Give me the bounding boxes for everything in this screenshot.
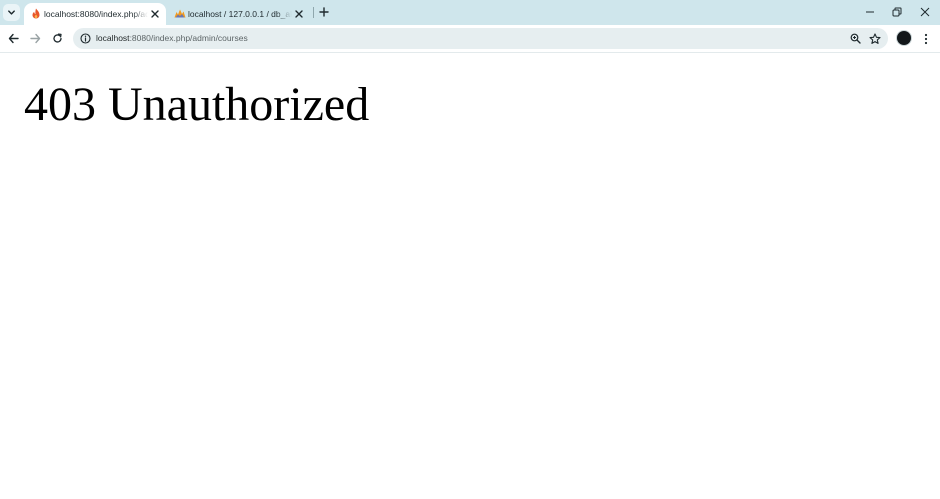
tab-divider [313, 7, 314, 18]
tab-title: localhost / 127.0.0.1 / db_akademik [188, 9, 292, 19]
profile-avatar[interactable] [897, 31, 911, 45]
site-info-button[interactable] [79, 32, 92, 45]
error-heading: 403 Unauthorized [24, 78, 370, 131]
page-content: 403 Unauthorized [0, 53, 940, 499]
kebab-icon [924, 33, 927, 44]
close-window-button[interactable] [916, 3, 934, 21]
tab-inactive[interactable]: localhost / 127.0.0.1 / db_akademik [168, 3, 310, 25]
tab-close-button[interactable] [292, 7, 305, 20]
browser-toolbar: localhost:8080/index.php/admin/courses [0, 25, 940, 53]
forward-button[interactable] [27, 30, 44, 47]
restore-icon [892, 7, 902, 17]
tab-active[interactable]: localhost:8080/index.php/admin/courses [24, 3, 166, 25]
tab-strip: localhost:8080/index.php/admin/courses l… [0, 0, 940, 25]
zoom-button[interactable] [849, 32, 862, 45]
tab-close-button[interactable] [148, 7, 161, 20]
close-icon [920, 7, 930, 17]
browser-menu-button[interactable] [918, 30, 933, 47]
info-icon [80, 33, 91, 44]
address-bar[interactable]: localhost:8080/index.php/admin/courses [73, 28, 888, 49]
url-text[interactable]: localhost:8080/index.php/admin/courses [96, 32, 248, 45]
flame-icon [30, 7, 42, 19]
back-button[interactable] [5, 30, 22, 47]
star-icon [868, 32, 881, 44]
reload-button[interactable] [49, 30, 66, 47]
phpmyadmin-icon [174, 7, 186, 19]
plus-icon [319, 7, 329, 17]
url-path: :8080/index.php/admin/courses [129, 33, 248, 43]
zoom-icon [850, 33, 861, 44]
tab-title: localhost:8080/index.php/admin/courses [44, 9, 148, 19]
tab-search-button[interactable] [3, 4, 20, 21]
url-host: localhost [96, 33, 130, 43]
close-icon [294, 9, 303, 18]
bookmark-button[interactable] [867, 31, 882, 46]
reload-icon [53, 33, 62, 43]
arrow-right-icon [30, 33, 41, 44]
new-tab-button[interactable] [317, 5, 331, 19]
minimize-icon [866, 11, 874, 13]
arrow-left-icon [8, 33, 19, 44]
restore-button[interactable] [888, 3, 906, 21]
minimize-button[interactable] [861, 3, 879, 21]
chevron-down-icon [8, 10, 15, 15]
close-icon [150, 9, 159, 18]
